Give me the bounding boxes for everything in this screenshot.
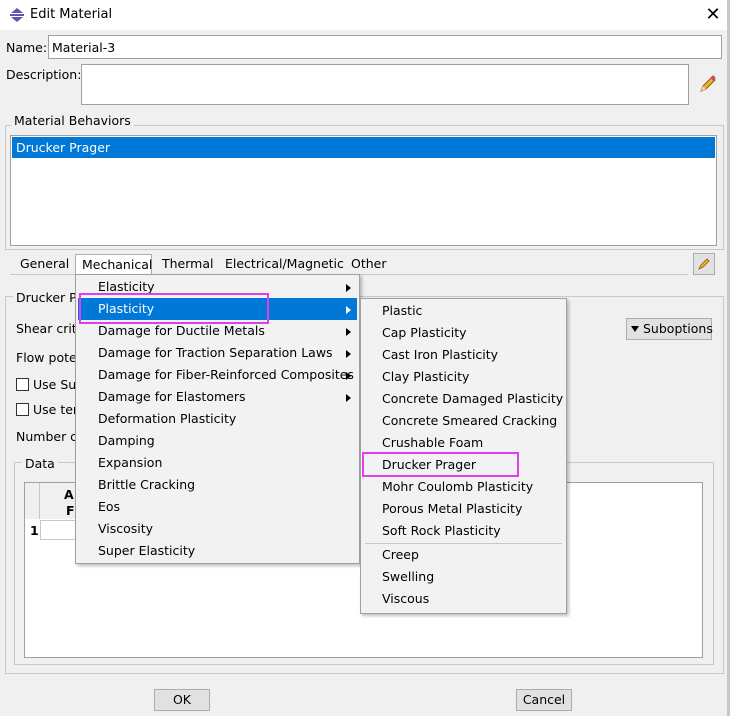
cancel-button[interactable]: Cancel xyxy=(516,689,572,711)
pencil-icon[interactable] xyxy=(698,74,718,94)
submenu-arrow-icon xyxy=(346,394,351,402)
number-label: Number c xyxy=(16,429,78,444)
submenu-item-cap-plasticity[interactable]: Cap Plasticity xyxy=(382,322,467,344)
submenu-arrow-icon xyxy=(346,372,351,380)
tab-other[interactable]: Other xyxy=(351,254,387,274)
submenu-item-porous-metal[interactable]: Porous Metal Plasticity xyxy=(382,498,522,520)
data-title: Data xyxy=(22,456,58,471)
tab-mechanical[interactable]: Mechanical xyxy=(75,254,152,274)
behavior-item[interactable]: Drucker Prager xyxy=(12,137,715,158)
window-title: Edit Material xyxy=(30,7,113,22)
close-icon[interactable]: ✕ xyxy=(700,3,726,27)
submenu-arrow-icon xyxy=(346,328,351,336)
table-corner xyxy=(25,483,40,519)
submenu-item-clay[interactable]: Clay Plasticity xyxy=(382,366,469,388)
tab-thermal[interactable]: Thermal xyxy=(162,254,213,274)
edit-behavior-button[interactable] xyxy=(693,253,715,275)
submenu-item-plastic[interactable]: Plastic xyxy=(382,300,422,322)
menu-item-damage-elastomers[interactable]: Damage for Elastomers xyxy=(98,386,246,408)
annotation-drucker-prager-highlight xyxy=(362,452,519,477)
menu-item-expansion[interactable]: Expansion xyxy=(98,452,162,474)
menu-item-viscosity[interactable]: Viscosity xyxy=(98,518,153,540)
menu-item-deformation-plasticity[interactable]: Deformation Plasticity xyxy=(98,408,236,430)
annotation-plasticity-highlight xyxy=(79,293,269,324)
description-input[interactable] xyxy=(81,64,689,105)
use-temperature-label: Use ter xyxy=(33,402,79,417)
app-icon xyxy=(10,8,24,22)
use-temperature-checkbox[interactable] xyxy=(16,403,29,416)
use-suboption-label: Use Su xyxy=(33,377,77,392)
submenu-arrow-icon xyxy=(346,350,351,358)
column-header-a: A xyxy=(64,487,74,502)
ok-button[interactable]: OK xyxy=(154,689,210,711)
submenu-arrow-icon xyxy=(346,284,351,292)
menu-item-damage-traction[interactable]: Damage for Traction Separation Laws xyxy=(98,342,333,364)
suboptions-button[interactable]: Suboptions xyxy=(626,318,713,340)
eraser-icon xyxy=(698,258,710,270)
menu-item-damping[interactable]: Damping xyxy=(98,430,155,452)
submenu-item-crushable-foam[interactable]: Crushable Foam xyxy=(382,432,483,454)
submenu-arrow-icon xyxy=(346,306,351,314)
behaviors-list[interactable]: Drucker Prager xyxy=(10,135,717,246)
submenu-item-concrete-damaged[interactable]: Concrete Damaged Plasticity xyxy=(382,388,563,410)
menu-item-brittle-cracking[interactable]: Brittle Cracking xyxy=(98,474,195,496)
description-label: Description: xyxy=(6,67,82,82)
behavior-editor-title: Drucker P xyxy=(13,290,80,305)
tab-general[interactable]: General xyxy=(20,254,69,274)
use-suboption-checkbox[interactable] xyxy=(16,378,29,391)
submenu-item-mohr-coulomb[interactable]: Mohr Coulomb Plasticity xyxy=(382,476,533,498)
name-input[interactable]: Material-3 xyxy=(48,35,722,59)
flow-potential-label: Flow pote xyxy=(16,350,77,365)
submenu-item-soft-rock[interactable]: Soft Rock Plasticity xyxy=(382,520,501,542)
menu-item-damage-fiber[interactable]: Damage for Fiber-Reinforced Composites xyxy=(98,364,354,386)
name-label: Name: xyxy=(6,40,48,55)
menu-item-eos[interactable]: Eos xyxy=(98,496,120,518)
submenu-item-swelling[interactable]: Swelling xyxy=(382,566,434,588)
material-behaviors-title: Material Behaviors xyxy=(11,113,134,128)
submenu-item-cast-iron[interactable]: Cast Iron Plasticity xyxy=(382,344,498,366)
menu-item-super-elasticity[interactable]: Super Elasticity xyxy=(98,540,195,562)
tab-electrical-magnetic[interactable]: Electrical/Magnetic xyxy=(225,254,344,274)
row-number: 1 xyxy=(30,523,39,538)
submenu-item-viscous[interactable]: Viscous xyxy=(382,588,429,610)
dropdown-triangle-icon xyxy=(631,326,639,332)
column-header-f: F xyxy=(66,503,75,518)
suboptions-label: Suboptions xyxy=(643,321,713,336)
submenu-item-creep[interactable]: Creep xyxy=(382,544,419,566)
submenu-item-concrete-smeared[interactable]: Concrete Smeared Cracking xyxy=(382,410,557,432)
